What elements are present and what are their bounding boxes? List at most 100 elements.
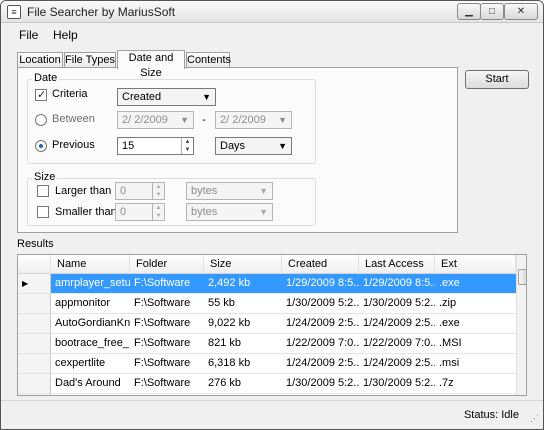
tab-contents[interactable]: Contents — [186, 52, 231, 68]
minimize-button[interactable]: ▁ — [457, 3, 481, 20]
between-from-date[interactable]: 2/ 2/2009 ▼ — [117, 111, 194, 129]
larger-than-checkbox[interactable] — [37, 185, 49, 197]
menu-help[interactable]: Help — [53, 28, 78, 42]
larger-than-label: Larger than — [55, 185, 112, 197]
cell-size: 276 kb — [208, 377, 242, 389]
results-header: Name Folder Size Created Last Access Ext — [18, 255, 516, 274]
column-header-last-access[interactable]: Last Access — [359, 255, 435, 274]
scrollbar-thumb[interactable] — [518, 269, 526, 285]
chevron-down-icon: ▼ — [180, 115, 189, 125]
column-header-ext[interactable]: Ext — [435, 255, 516, 274]
chevron-down-icon: ▼ — [259, 207, 268, 217]
cell-ext: .exe — [439, 277, 460, 289]
table-row[interactable]: cexpertlite F:\Software 6,318 kb 1/24/2009 … — [18, 354, 516, 374]
between-from-value: 2/ 2/2009 — [122, 114, 168, 126]
between-label: Between — [52, 113, 95, 125]
cell-size: 821 kb — [208, 337, 242, 349]
row-cells[interactable]: AutoGordianKn... F:\Software 9,022 kb 1/24/… — [51, 314, 516, 334]
previous-value-stepper[interactable]: 15 ▲ ▼ — [117, 137, 194, 155]
results-label: Results — [17, 238, 54, 250]
larger-than-unit-dropdown[interactable]: bytes ▼ — [186, 182, 273, 200]
smaller-than-unit-dropdown[interactable]: bytes ▼ — [186, 203, 273, 221]
larger-than-unit: bytes — [191, 185, 218, 197]
cell-created: 1/30/2009 5:2... — [286, 377, 359, 389]
column-header-created[interactable]: Created — [282, 255, 359, 274]
table-row[interactable]: appmonitor F:\Software 55 kb 1/30/2009 5:2.… — [18, 294, 516, 314]
row-cells[interactable]: amrplayer_setup F:\Software 2,492 kb 1/29/2… — [51, 274, 516, 294]
vertical-scrollbar[interactable] — [516, 255, 526, 395]
menu-bar: File Help — [1, 24, 543, 46]
between-to-value: 2/ 2/2009 — [220, 114, 266, 126]
row-cells[interactable]: appmonitor F:\Software 55 kb 1/30/2009 5:2.… — [51, 294, 516, 314]
start-button[interactable]: Start — [465, 70, 529, 89]
between-to-date[interactable]: 2/ 2/2009 ▼ — [215, 111, 292, 129]
close-button[interactable]: ✕ — [504, 3, 538, 20]
row-header[interactable] — [18, 314, 51, 334]
menu-file[interactable]: File — [19, 28, 38, 42]
row-header[interactable] — [18, 294, 51, 314]
results-grid: Name Folder Size Created Last Access Ext… — [17, 254, 527, 396]
cell-created: 1/22/2009 7:0... — [286, 337, 359, 349]
cell-last-access: 1/30/2009 5:2... — [363, 297, 435, 309]
spin-buttons[interactable]: ▲ ▼ — [181, 138, 193, 154]
size-group-label: Size — [32, 171, 58, 183]
spin-buttons[interactable]: ▲ ▼ — [152, 204, 164, 220]
resize-grip-icon[interactable]: ⋰ — [530, 413, 539, 424]
title-bar[interactable]: ≡ File Searcher by MariusSoft ▁ □ ✕ — [1, 1, 543, 23]
tab-file-types[interactable]: File Types — [64, 52, 116, 68]
previous-label: Previous — [52, 139, 95, 151]
row-header[interactable]: ▶ — [18, 274, 51, 294]
table-row[interactable]: ▶ amrplayer_setup F:\Software 2,492 kb 1/29/… — [18, 274, 516, 294]
column-header-name[interactable]: Name — [51, 255, 130, 274]
cell-ext: .msi — [439, 357, 460, 369]
cell-size: 9,022 kb — [208, 317, 251, 329]
row-cells[interactable]: cexpertlite F:\Software 6,318 kb 1/24/2009 … — [51, 354, 516, 374]
date-group: Date Criteria Created ▼ Between 2/ 2/200… — [27, 72, 316, 164]
smaller-than-checkbox[interactable] — [37, 206, 49, 218]
cell-created: 1/24/2009 2:5... — [286, 317, 359, 329]
table-row[interactable]: Dad's Around F:\Software 276 kb 1/30/2009 5… — [18, 374, 516, 394]
cell-folder: F:\Software — [134, 277, 191, 289]
spin-buttons[interactable]: ▲ ▼ — [152, 183, 164, 199]
row-cells[interactable]: bootrace_free_... F:\Software 821 kb 1/22/2… — [51, 334, 516, 354]
cell-size: 6,318 kb — [208, 357, 251, 369]
cell-folder: F:\Software — [134, 337, 191, 349]
row-cells[interactable]: Dad's Around F:\Software 276 kb 1/30/2009 5… — [51, 374, 516, 394]
cell-created: 1/30/2009 5:2... — [286, 297, 359, 309]
tab-location[interactable]: Location — [17, 52, 63, 68]
cell-last-access: 1/24/2009 2:5... — [363, 317, 435, 329]
previous-unit-dropdown[interactable]: Days ▼ — [215, 137, 292, 155]
previous-unit-value: Days — [220, 140, 246, 152]
status-text: Status: Idle — [463, 409, 519, 421]
column-header-folder[interactable]: Folder — [130, 255, 204, 274]
cell-created: 1/29/2009 8:5... — [286, 277, 359, 289]
cell-folder: F:\Software — [134, 317, 191, 329]
column-header-size[interactable]: Size — [204, 255, 282, 274]
row-header[interactable] — [18, 334, 51, 354]
cell-size: 55 kb — [208, 297, 235, 309]
chevron-down-icon: ▼ — [259, 186, 268, 196]
previous-radio[interactable] — [35, 140, 47, 152]
table-row[interactable]: bootrace_free_... F:\Software 821 kb 1/22/2… — [18, 334, 516, 354]
row-header[interactable] — [18, 374, 51, 394]
cell-name: Dad's Around — [55, 377, 121, 389]
row-header-corner — [18, 255, 51, 274]
table-row[interactable]: AutoGordianKn... F:\Software 9,022 kb 1/24/… — [18, 314, 516, 334]
cell-last-access: 1/24/2009 2:5... — [363, 357, 435, 369]
maximize-button[interactable]: □ — [480, 3, 504, 20]
date-range-separator: - — [202, 114, 206, 126]
smaller-than-stepper[interactable]: 0 ▲ ▼ — [115, 203, 165, 221]
date-and-size-panel: Date Criteria Created ▼ Between 2/ 2/200… — [17, 67, 458, 233]
cell-folder: F:\Software — [134, 297, 191, 309]
criteria-checkbox[interactable] — [35, 88, 47, 101]
cell-name: AutoGordianKn... — [55, 317, 130, 329]
date-group-label: Date — [32, 72, 60, 84]
tab-date-and-size[interactable]: Date and Size — [117, 50, 185, 79]
row-header[interactable] — [18, 354, 51, 374]
larger-than-value: 0 — [120, 185, 127, 197]
between-radio[interactable] — [35, 114, 47, 126]
larger-than-stepper[interactable]: 0 ▲ ▼ — [115, 182, 165, 200]
date-type-dropdown[interactable]: Created ▼ — [117, 88, 216, 106]
chevron-down-icon: ▼ — [278, 115, 287, 125]
previous-value: 15 — [122, 140, 135, 152]
